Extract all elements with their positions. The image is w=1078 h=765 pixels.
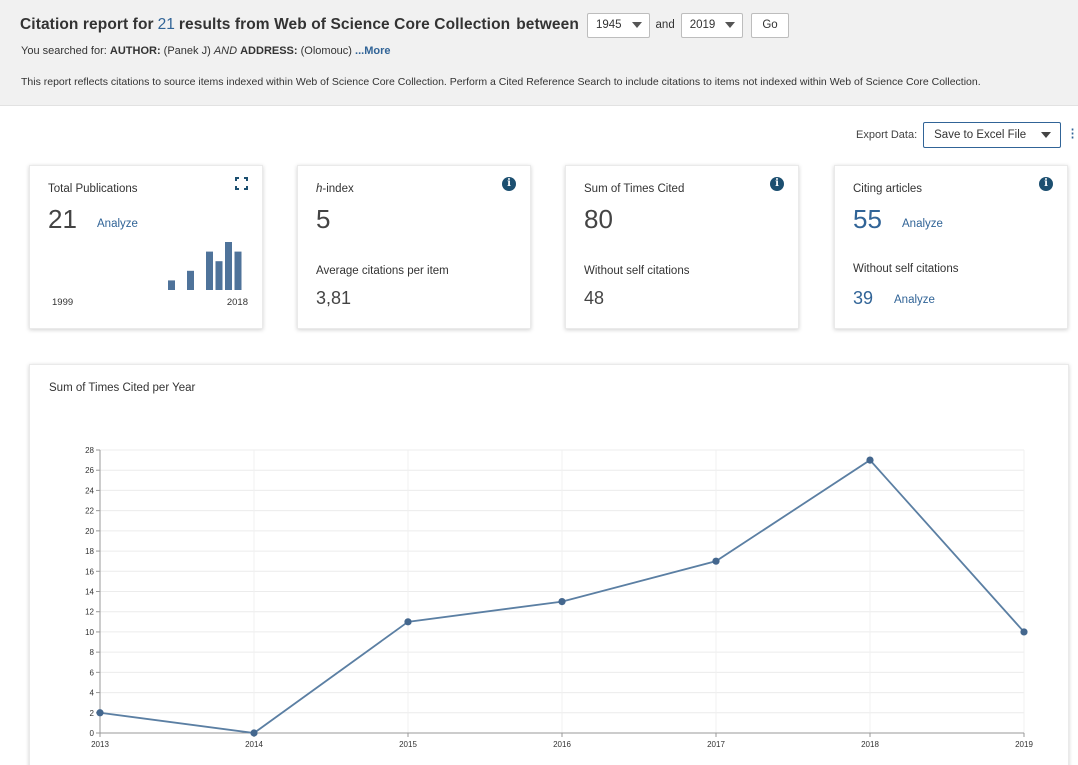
analyze-link[interactable]: Analyze xyxy=(894,294,935,306)
spark-year-end: 2018 xyxy=(226,297,248,308)
avg-citations-value: 3,81 xyxy=(316,288,352,308)
h-rest: -index xyxy=(322,183,354,195)
title-prefix: Citation report for xyxy=(20,16,154,33)
result-count-link[interactable]: 21 xyxy=(158,16,175,34)
h-index-card: h-index i 5 Average citations per item 3… xyxy=(297,165,531,329)
avg-citations-label: Average citations per item xyxy=(316,265,449,277)
without-self-value: 48 xyxy=(584,288,605,308)
y-tick-label: 6 xyxy=(90,668,95,677)
data-point[interactable] xyxy=(1020,628,1028,636)
citing-articles-value[interactable]: 55 xyxy=(853,204,882,235)
title-suffix: results from Web of Science Core Collect… xyxy=(178,16,511,33)
times-cited-chart-panel: Sum of Times Cited per Year 0 2 4 6 8 10 12 14 1… xyxy=(29,364,1069,765)
data-point[interactable] xyxy=(96,709,104,717)
card-label: Total Publications xyxy=(48,183,138,195)
searched-and: AND xyxy=(213,45,238,57)
data-point[interactable] xyxy=(558,598,566,606)
x-tick-label: 2013 xyxy=(91,740,109,749)
x-tick-label: 2016 xyxy=(553,740,571,749)
without-self-label: Without self citations xyxy=(853,263,959,275)
times-cited-line-chart[interactable]: 02468101214161820222426282013 2014 2015 201… xyxy=(30,365,1070,765)
data-point[interactable] xyxy=(404,618,412,626)
spark-bar xyxy=(206,251,213,290)
title-row: Citation report for 21 results from Web … xyxy=(20,12,789,38)
analyze-link[interactable]: Analyze xyxy=(902,218,943,230)
info-icon[interactable]: i xyxy=(1039,177,1053,191)
searched-address-key: ADDRESS: xyxy=(240,45,298,57)
year-to-select[interactable]: 2019 xyxy=(680,12,744,38)
y-tick-label: 14 xyxy=(85,588,94,597)
year-to-value: 2019 xyxy=(689,19,716,31)
times-cited-card: Sum of Times Cited i 80 Without self cit… xyxy=(565,165,799,329)
info-icon[interactable]: i xyxy=(502,177,516,191)
y-tick-label: 18 xyxy=(85,547,94,556)
export-selected-value: Save to Excel File xyxy=(934,129,1027,141)
y-tick-label: 12 xyxy=(85,608,94,617)
year-from-select[interactable]: 1945 xyxy=(586,12,650,38)
go-button[interactable]: Go xyxy=(751,12,789,38)
card-label: h-index xyxy=(316,183,354,195)
expand-icon[interactable] xyxy=(235,177,248,190)
x-tick-label: 2017 xyxy=(707,740,725,749)
more-link[interactable]: ...More xyxy=(355,45,390,57)
without-self-value[interactable]: 39 xyxy=(853,288,873,309)
h-index-value: 5 xyxy=(316,204,331,234)
search-query: You searched for: AUTHOR: (Panek J) AND … xyxy=(21,45,390,57)
searched-author-key: AUTHOR: xyxy=(109,45,161,57)
y-tick-label: 2 xyxy=(90,709,95,718)
searched-address-value: (Olomouc) xyxy=(300,45,352,57)
export-label: Export Data: xyxy=(856,129,918,141)
chevron-down-icon xyxy=(631,22,642,28)
options-icon[interactable]: ⁝ xyxy=(1070,124,1078,142)
and-label: and xyxy=(655,19,675,31)
total-publications-card: Total Publications 21 Analyze 1999 2018 xyxy=(29,165,263,329)
total-publications-value: 21 xyxy=(48,204,77,234)
card-label: Sum of Times Cited xyxy=(584,183,685,195)
spark-bar xyxy=(215,261,223,290)
y-tick-label: 16 xyxy=(85,567,94,576)
report-note: This report reflects citations to source… xyxy=(21,76,981,88)
y-tick-label: 10 xyxy=(85,628,94,637)
y-tick-label: 20 xyxy=(85,527,94,536)
data-point[interactable] xyxy=(250,729,258,737)
x-tick-label: 2014 xyxy=(245,740,263,749)
card-label: Citing articles xyxy=(853,183,923,195)
chevron-down-icon xyxy=(725,22,736,28)
citing-articles-card: Citing articles i 55 Analyze Without sel… xyxy=(834,165,1068,329)
without-self-label: Without self citations xyxy=(584,265,690,277)
data-point[interactable] xyxy=(712,557,720,565)
x-tick-label: 2019 xyxy=(1015,740,1033,749)
export-select[interactable]: Save to Excel File xyxy=(923,122,1062,148)
y-tick-label: 22 xyxy=(85,507,94,516)
y-tick-label: 24 xyxy=(85,486,94,495)
chevron-down-icon xyxy=(1041,132,1052,138)
analyze-link[interactable]: Analyze xyxy=(97,218,138,230)
publications-sparkline[interactable] xyxy=(168,238,244,290)
info-icon[interactable]: i xyxy=(770,177,784,191)
year-from-value: 1945 xyxy=(595,19,622,31)
export-data: Export Data: Save to Excel File xyxy=(856,122,1062,148)
x-tick-label: 2015 xyxy=(399,740,417,749)
between-label: between xyxy=(516,16,579,33)
y-tick-label: 0 xyxy=(90,729,95,738)
data-point[interactable] xyxy=(866,456,874,464)
spark-year-start: 1999 xyxy=(52,297,74,308)
y-tick-label: 8 xyxy=(90,648,95,657)
y-tick-label: 4 xyxy=(90,689,95,698)
y-tick-label: 28 xyxy=(85,446,94,455)
times-cited-value: 80 xyxy=(584,204,613,234)
spark-bar xyxy=(187,270,194,290)
x-tick-label: 2018 xyxy=(861,740,879,749)
report-header: Citation report for 21 results from Web … xyxy=(0,0,1078,106)
spark-bar xyxy=(168,280,175,290)
spark-bar xyxy=(225,242,232,290)
spark-bar xyxy=(234,251,242,290)
searched-author-value: (Panek J) xyxy=(163,45,211,57)
searched-prefix: You searched for: xyxy=(21,45,107,57)
y-tick-label: 26 xyxy=(85,466,94,475)
